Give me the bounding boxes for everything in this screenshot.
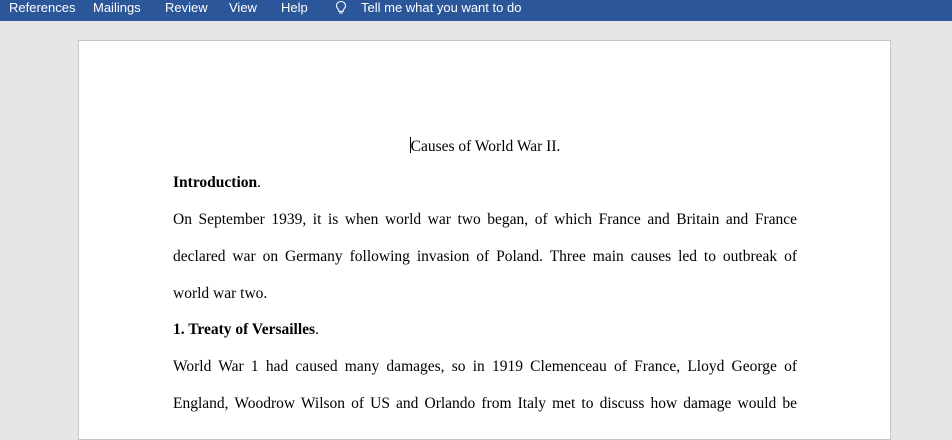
tab-references[interactable]: References (9, 0, 75, 21)
tab-help[interactable]: Help (281, 0, 308, 21)
intro-line-2: declared war on Germany following invasi… (173, 248, 797, 265)
tab-review[interactable]: Review (165, 0, 208, 21)
section1-line-1: World War 1 had caused many damages, so … (173, 358, 797, 375)
tab-mailings[interactable]: Mailings (93, 0, 141, 21)
intro-line-3: world war two. (173, 285, 268, 302)
ribbon-tab-bar: References Mailings Review View Help Tel… (0, 0, 952, 21)
section1-line-2: England, Woodrow Wilson of US and Orland… (173, 395, 797, 412)
section1-heading: 1. Treaty of Versailles. (173, 321, 319, 338)
document-page[interactable] (78, 40, 891, 440)
intro-line-1: On September 1939, it is when world war … (173, 211, 797, 228)
document-title: Causes of World War II. (409, 137, 561, 155)
tell-me-search[interactable]: Tell me what you want to do (361, 0, 521, 21)
intro-heading: Introduction. (173, 174, 261, 191)
lightbulb-icon[interactable] (333, 0, 349, 16)
tab-view[interactable]: View (229, 0, 257, 21)
